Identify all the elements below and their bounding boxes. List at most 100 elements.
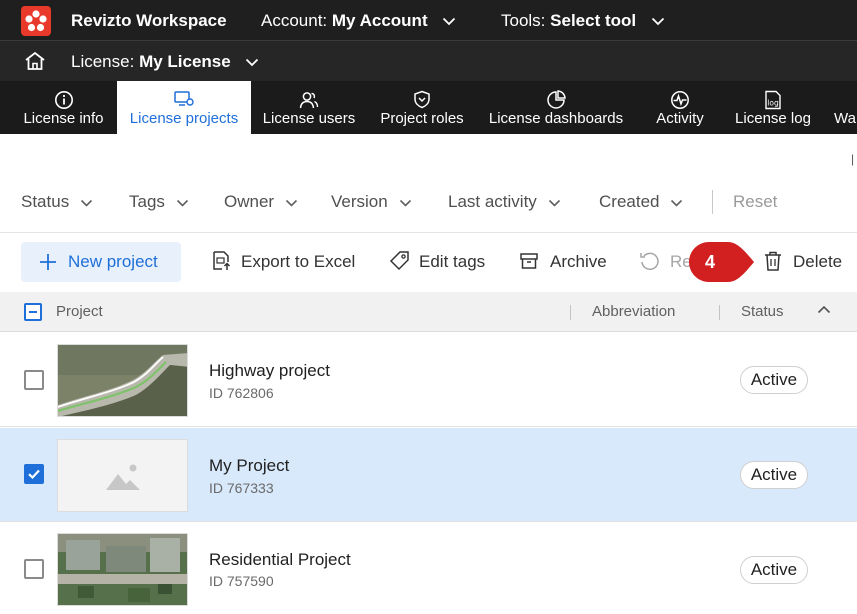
image-placeholder-icon bbox=[58, 440, 187, 511]
filter-label: Tags bbox=[129, 192, 165, 211]
table-row[interactable]: Residential Project ID 757590 Active bbox=[0, 522, 857, 614]
license-menu[interactable]: License: My License bbox=[71, 52, 259, 72]
tools-value: Select tool bbox=[550, 11, 637, 30]
row-checkbox[interactable] bbox=[24, 559, 44, 579]
trash-icon bbox=[765, 251, 781, 271]
reset-filters-button[interactable]: Reset bbox=[733, 192, 777, 212]
svg-text:log: log bbox=[767, 99, 779, 108]
shield-icon bbox=[414, 90, 430, 109]
users-icon bbox=[299, 92, 319, 109]
filter-bar: Status Tags Owner Version Last activity … bbox=[0, 180, 857, 224]
revizto-logo[interactable] bbox=[21, 6, 51, 36]
column-header-abbreviation[interactable]: Abbreviation bbox=[592, 303, 675, 320]
filter-label: Created bbox=[599, 192, 660, 211]
license-nav-tabs: License info License projects License us… bbox=[0, 81, 857, 134]
step-badge: 4 bbox=[688, 241, 756, 283]
tab-project-roles[interactable]: Project roles bbox=[370, 81, 474, 134]
tab-label: License users bbox=[262, 110, 356, 127]
export-to-excel-button[interactable]: Export to Excel bbox=[211, 251, 361, 273]
chevron-down-icon bbox=[443, 17, 456, 26]
filter-created[interactable]: Created bbox=[599, 192, 683, 212]
home-icon[interactable] bbox=[24, 51, 46, 71]
tab-label: Wa bbox=[834, 110, 856, 127]
status-badge: Active bbox=[740, 556, 808, 584]
chevron-down-icon bbox=[651, 17, 664, 26]
residential-render-image bbox=[58, 534, 187, 605]
filter-label: Owner bbox=[224, 192, 275, 211]
chevron-down-icon bbox=[548, 199, 560, 207]
select-all-checkbox[interactable] bbox=[24, 303, 42, 321]
filter-divider bbox=[712, 190, 713, 214]
project-name[interactable]: Residential Project bbox=[209, 550, 351, 570]
archive-icon bbox=[520, 253, 538, 269]
archive-button[interactable]: Archive bbox=[519, 251, 611, 273]
tab-label: License dashboards bbox=[488, 110, 624, 127]
column-header-project[interactable]: Project bbox=[56, 303, 103, 320]
activity-icon bbox=[671, 91, 689, 109]
delete-button[interactable]: Delete bbox=[762, 251, 847, 273]
tab-partial[interactable]: Wa bbox=[834, 81, 857, 134]
row-checkbox[interactable] bbox=[24, 464, 44, 484]
top-bar: Revizto Workspace Account: My Account To… bbox=[0, 0, 857, 41]
tab-license-info[interactable]: License info bbox=[12, 81, 115, 134]
project-id: ID 767333 bbox=[209, 480, 274, 496]
sort-ascending-icon[interactable] bbox=[817, 305, 831, 314]
edit-tags-button[interactable]: Edit tags bbox=[389, 251, 491, 273]
logo-flower-icon bbox=[25, 10, 47, 32]
info-icon bbox=[54, 91, 73, 109]
tools-label: Tools: bbox=[501, 11, 546, 30]
tab-license-projects[interactable]: License projects bbox=[117, 81, 251, 134]
chevron-down-icon bbox=[399, 199, 411, 207]
license-bar: License: My License bbox=[0, 41, 857, 81]
status-badge: Active bbox=[740, 366, 808, 394]
chevron-down-icon bbox=[286, 199, 298, 207]
project-name[interactable]: Highway project bbox=[209, 361, 330, 381]
project-id: ID 757590 bbox=[209, 573, 274, 589]
step-number: 4 bbox=[704, 252, 715, 272]
status-badge: Active bbox=[740, 461, 808, 489]
filter-label: Version bbox=[331, 192, 388, 211]
tab-label: License log bbox=[735, 110, 811, 127]
project-thumbnail bbox=[57, 533, 188, 606]
app-name: Revizto Workspace bbox=[71, 11, 227, 30]
divider bbox=[0, 232, 857, 233]
archive-label: Archive bbox=[550, 252, 607, 271]
export-icon bbox=[213, 251, 231, 270]
license-label: License: bbox=[71, 52, 135, 71]
edit-tags-label: Edit tags bbox=[419, 252, 486, 271]
filter-label: Status bbox=[21, 192, 70, 211]
delete-label: Delete bbox=[793, 252, 843, 271]
tab-license-log[interactable]: log License log bbox=[728, 81, 818, 134]
row-checkbox[interactable] bbox=[24, 370, 44, 390]
highway-render-image bbox=[58, 345, 187, 416]
tools-menu[interactable]: Tools: Select tool bbox=[501, 11, 665, 31]
table-row[interactable]: Highway project ID 762806 Active bbox=[0, 333, 857, 427]
tab-license-dashboards[interactable]: License dashboards bbox=[482, 81, 630, 134]
filter-last-activity[interactable]: Last activity bbox=[448, 192, 561, 212]
new-project-label: New project bbox=[68, 252, 158, 271]
chevron-down-icon bbox=[246, 58, 259, 67]
table-header: Project Abbreviation Status bbox=[0, 292, 857, 332]
filter-version[interactable]: Version bbox=[331, 192, 412, 212]
project-id: ID 762806 bbox=[209, 385, 274, 401]
new-project-button[interactable]: New project bbox=[21, 242, 181, 282]
filter-owner[interactable]: Owner bbox=[224, 192, 298, 212]
chevron-down-icon bbox=[671, 199, 683, 207]
chevron-down-icon bbox=[81, 199, 93, 207]
filter-status[interactable]: Status bbox=[21, 192, 93, 212]
pie-chart-icon bbox=[547, 90, 566, 109]
project-name[interactable]: My Project bbox=[209, 456, 289, 476]
filter-tags[interactable]: Tags bbox=[129, 192, 189, 212]
tab-label: License projects bbox=[129, 110, 239, 127]
table-row[interactable]: My Project ID 767333 Active bbox=[0, 428, 857, 522]
column-header-status[interactable]: Status bbox=[741, 303, 784, 320]
account-label: Account: bbox=[261, 11, 328, 30]
account-menu[interactable]: Account: My Account bbox=[261, 11, 456, 31]
tab-activity[interactable]: Activity bbox=[645, 81, 715, 134]
column-divider bbox=[719, 305, 720, 320]
tab-license-users[interactable]: License users bbox=[255, 81, 363, 134]
license-value: My License bbox=[139, 52, 231, 71]
projects-icon bbox=[174, 91, 194, 106]
column-divider bbox=[570, 305, 571, 320]
chevron-down-icon bbox=[176, 199, 188, 207]
